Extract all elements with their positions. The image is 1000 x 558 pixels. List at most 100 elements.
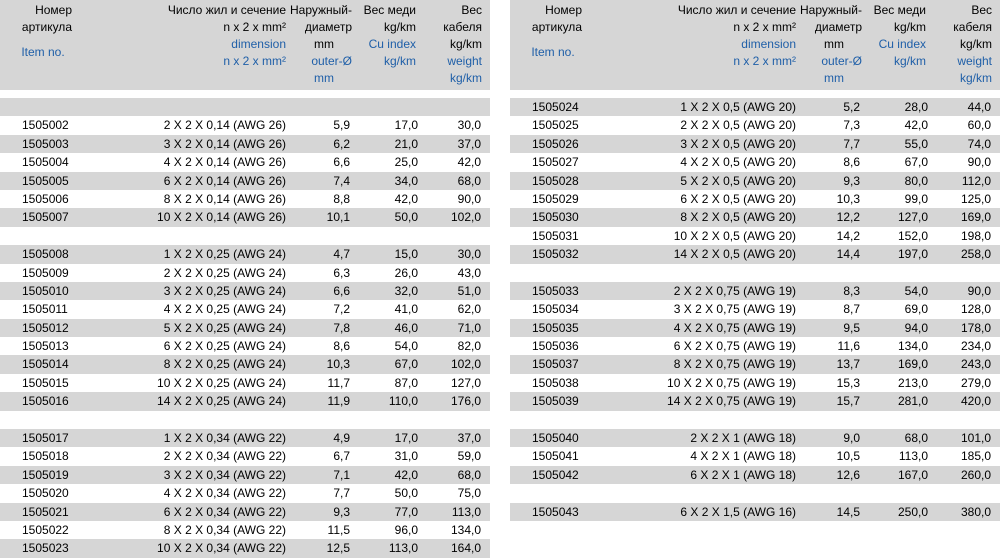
right-table-body: 1505024 1 X 2 X 0,5 (AWG 20) 5,2 28,0 44,0 15… <box>510 98 1000 521</box>
cable-weight-cell: 198,0 <box>960 228 991 243</box>
cable-weight-cell: 101,0 <box>960 431 991 446</box>
diameter-cell: 7,3 <box>843 118 860 133</box>
dimension-cell: 5 X 2 X 0,5 (AWG 20) <box>680 173 796 188</box>
dimension-cell: 5 X 2 X 0,25 (AWG 24) <box>163 320 286 335</box>
diameter-cell: 15,3 <box>836 375 860 390</box>
item-number-cell: 1505020 <box>22 486 69 501</box>
table-header: Номер артикула Item no. Число жил и сече… <box>510 0 1000 90</box>
copper-weight-cell: 54,0 <box>904 283 928 298</box>
item-number-cell: 1505035 <box>532 320 579 335</box>
diameter-cell: 9,0 <box>843 431 860 446</box>
diameter-cell: 6,6 <box>333 283 350 298</box>
left-table: Номер артикула Item no. Число жил и сече… <box>0 0 490 558</box>
copper-weight-cell: 152,0 <box>897 228 928 243</box>
diameter-cell: 8,8 <box>333 191 350 206</box>
dimension-cell: 3 X 2 X 0,14 (AWG 26) <box>163 136 286 151</box>
copper-weight-cell: 77,0 <box>394 504 418 519</box>
dimension-cell: 14 X 2 X 0,75 (AWG 19) <box>667 394 796 409</box>
copper-weight-cell: 169,0 <box>897 357 928 372</box>
item-number-cell: 1505006 <box>22 191 69 206</box>
cable-weight-cell: 279,0 <box>960 375 991 390</box>
cable-weight-cell: 59,0 <box>457 449 481 464</box>
dimension-cell: 6 X 2 X 0,14 (AWG 26) <box>163 173 286 188</box>
diameter-cell: 6,2 <box>333 136 350 151</box>
dimension-cell: 6 X 2 X 0,75 (AWG 19) <box>673 339 796 354</box>
cable-weight-cell: 68,0 <box>457 173 481 188</box>
item-number-cell: 1505019 <box>22 467 69 482</box>
cable-weight-cell: 234,0 <box>960 339 991 354</box>
item-number-cell: 1505023 <box>22 541 69 556</box>
item-number-cell: 1505040 <box>532 431 579 446</box>
cable-weight-cell: 260,0 <box>960 467 991 482</box>
dimension-cell: 4 X 2 X 0,5 (AWG 20) <box>680 155 796 170</box>
item-number-cell: 1505003 <box>22 136 69 151</box>
dimension-cell: 3 X 2 X 0,25 (AWG 24) <box>163 283 286 298</box>
item-number-cell: 1505041 <box>532 449 579 464</box>
cable-weight-cell: 113,0 <box>451 504 481 519</box>
diameter-cell: 13,7 <box>836 357 860 372</box>
cable-weight-cell: 62,0 <box>457 302 481 317</box>
dimension-cell: 6 X 2 X 1,5 (AWG 16) <box>680 504 796 519</box>
cable-weight-cell: 127,0 <box>450 375 481 390</box>
weight-header: Вес кабеля kg/km weight kg/km <box>443 3 482 85</box>
copper-weight-cell: 46,0 <box>394 320 418 335</box>
copper-weight-cell: 67,0 <box>904 155 928 170</box>
copper-header: Вес меди kg/km Cu index kg/km <box>363 3 416 68</box>
blank-row <box>0 227 490 245</box>
copper-weight-cell: 26,0 <box>394 265 418 280</box>
dimension-cell: 10 X 2 X 0,25 (AWG 24) <box>157 375 286 390</box>
table-row: 1505028 5 X 2 X 0,5 (AWG 20) 9,3 80,0 112,0 <box>510 171 1000 190</box>
table-row: 1505017 1 X 2 X 0,34 (AWG 22) 4,9 17,0 37,0 <box>0 429 490 448</box>
dimension-cell: 2 X 2 X 0,25 (AWG 24) <box>163 265 286 280</box>
item-number-cell: 1505002 <box>22 118 69 133</box>
copper-weight-cell: 42,0 <box>394 467 418 482</box>
diameter-cell: 4,7 <box>333 247 350 262</box>
item-number-cell: 1505027 <box>532 155 579 170</box>
item-number-cell: 1505021 <box>22 504 69 519</box>
cable-weight-cell: 178,0 <box>960 320 991 335</box>
dimension-cell: 10 X 2 X 0,75 (AWG 19) <box>667 375 796 390</box>
copper-weight-cell: 42,0 <box>904 118 928 133</box>
copper-weight-cell: 42,0 <box>394 191 418 206</box>
item-number-cell: 1505031 <box>532 228 579 243</box>
dimension-cell: 8 X 2 X 0,34 (AWG 22) <box>163 522 286 537</box>
dimension-cell: 4 X 2 X 0,34 (AWG 22) <box>163 486 286 501</box>
cable-weight-cell: 60,0 <box>967 118 991 133</box>
dimension-cell: 6 X 2 X 0,25 (AWG 24) <box>163 339 286 354</box>
copper-weight-cell: 34,0 <box>394 173 418 188</box>
cable-weight-cell: 420,0 <box>960 394 991 409</box>
diameter-cell: 7,2 <box>333 302 350 317</box>
diameter-cell: 15,7 <box>836 394 860 409</box>
dimension-cell: 3 X 2 X 0,75 (AWG 19) <box>673 302 796 317</box>
dimension-cell: 8 X 2 X 0,25 (AWG 24) <box>163 357 286 372</box>
item-number-cell: 1505024 <box>532 100 579 114</box>
diameter-cell: 7,4 <box>333 173 350 188</box>
item-number-cell: 1505015 <box>22 375 69 390</box>
item-number-cell: 1505042 <box>532 467 579 482</box>
item-number-cell: 1505016 <box>22 394 69 409</box>
table-row: 1505004 4 X 2 X 0,14 (AWG 26) 6,6 25,0 42,0 <box>0 153 490 171</box>
table-row: 1505026 3 X 2 X 0,5 (AWG 20) 7,7 55,0 74,0 <box>510 134 1000 154</box>
cable-weight-cell: 102,0 <box>450 210 481 225</box>
cable-weight-cell: 90,0 <box>967 283 991 298</box>
copper-weight-cell: 28,0 <box>904 100 928 114</box>
cable-weight-cell: 37,0 <box>457 136 481 151</box>
cable-weight-cell: 169,0 <box>960 210 991 225</box>
table-row: 1505014 8 X 2 X 0,25 (AWG 24) 10,3 67,0 102,… <box>0 355 490 374</box>
table-row: 1505027 4 X 2 X 0,5 (AWG 20) 8,6 67,0 90,0 <box>510 153 1000 171</box>
diameter-cell: 10,3 <box>836 191 860 206</box>
item-number-cell: 1505014 <box>22 357 69 372</box>
table-row: 1505040 2 X 2 X 1 (AWG 18) 9,0 68,0 101,0 <box>510 429 1000 448</box>
copper-weight-cell: 134,0 <box>897 339 928 354</box>
dimension-header: Число жил и сечение n x 2 x mm² dimensio… <box>677 3 796 68</box>
dimension-cell: 1 X 2 X 0,25 (AWG 24) <box>163 247 286 262</box>
diameter-cell: 14,4 <box>836 247 860 262</box>
table-row: 1505018 2 X 2 X 0,34 (AWG 22) 6,7 31,0 59,0 <box>0 447 490 465</box>
cable-weight-cell: 125,0 <box>960 191 991 206</box>
diameter-cell: 6,7 <box>333 449 350 464</box>
dimension-cell: 10 X 2 X 0,34 (AWG 22) <box>157 541 286 556</box>
copper-weight-cell: 250,0 <box>897 504 928 519</box>
cable-weight-cell: 134,0 <box>450 522 481 537</box>
diameter-cell: 14,5 <box>836 504 860 519</box>
diameter-cell: 10,3 <box>326 357 350 372</box>
